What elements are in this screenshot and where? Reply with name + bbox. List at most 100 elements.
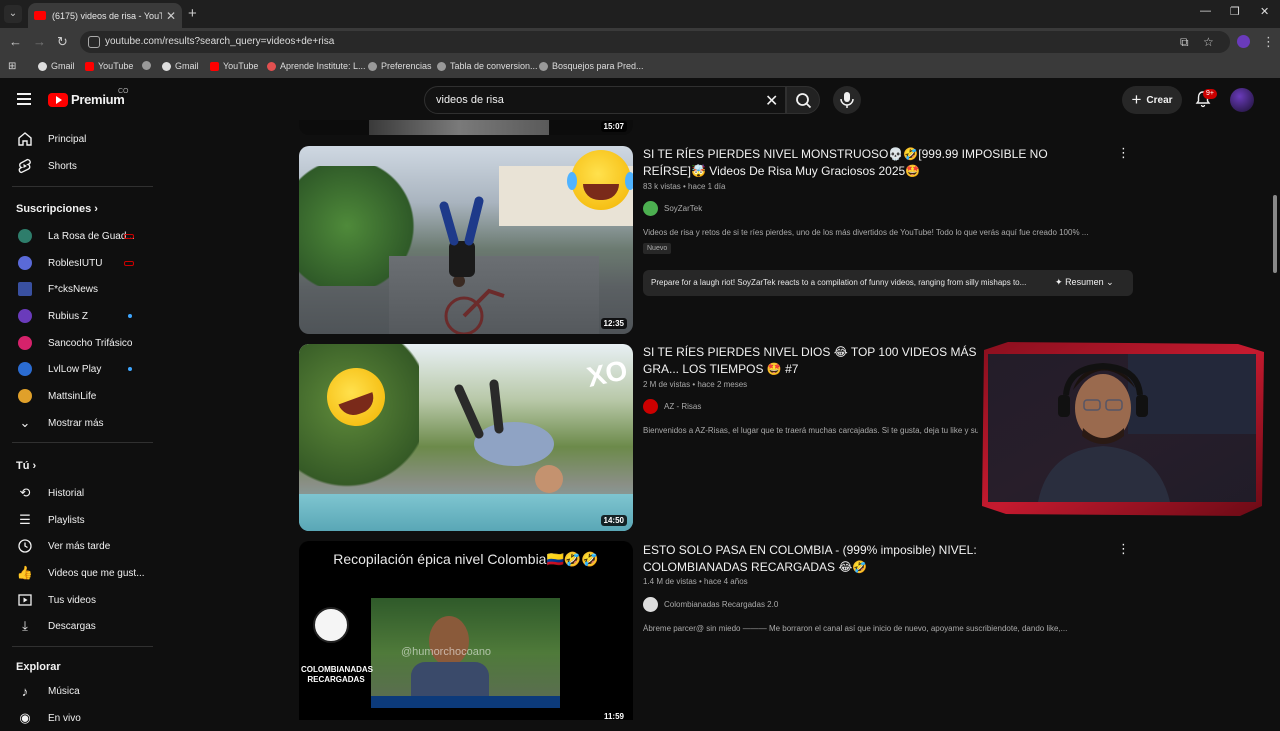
- playlist-icon: ☰: [19, 512, 31, 527]
- close-window-icon[interactable]: ✕: [1260, 5, 1269, 18]
- browser-menu-icon[interactable]: ⋮: [1262, 34, 1275, 50]
- notification-badge: 9+: [1203, 89, 1217, 99]
- search-icon: [796, 93, 812, 109]
- video-title-3[interactable]: ESTO SOLO PASA EN COLOMBIA - (999% impos…: [643, 542, 1083, 576]
- profile-avatar[interactable]: [1237, 35, 1250, 48]
- sidebar-item-musica[interactable]: ♪ Música: [0, 678, 155, 704]
- forward-icon[interactable]: →: [33, 34, 46, 49]
- voice-search-button[interactable]: [833, 86, 861, 114]
- bookmark-gmail-2[interactable]: Gmail: [162, 61, 199, 71]
- channel-brand-text: COLOMBIANADAS RECARGADAS: [301, 665, 373, 684]
- sidebar-sub-4[interactable]: Rubius Z: [0, 303, 155, 329]
- channel-avatar: [18, 362, 32, 376]
- sidebar-divider: [12, 442, 153, 443]
- plus-icon: +: [1131, 90, 1142, 109]
- channel-link-1[interactable]: SoyZarTek: [643, 201, 702, 216]
- sidebar-sub-7[interactable]: MattsinLife: [0, 383, 155, 409]
- thumbnail-clip: @humorchocoano: [371, 598, 560, 708]
- download-icon: ⤓: [22, 618, 28, 633]
- tab-close-icon[interactable]: ✕: [166, 9, 176, 23]
- tab-title: (6175) videos de risa - YouTube: [52, 10, 162, 21]
- channel-link-2[interactable]: AZ - Risas: [643, 399, 701, 414]
- bookmark-aprende[interactable]: Aprende Institute: L...: [267, 61, 366, 71]
- video-thumbnail-2[interactable]: XO 14:50: [299, 344, 633, 531]
- maximize-icon[interactable]: ❐: [1230, 5, 1240, 18]
- bookmark-icon-only[interactable]: [142, 61, 155, 70]
- chevron-right-icon: ›: [94, 203, 98, 215]
- bookmark-youtube-1[interactable]: YouTube: [85, 61, 133, 71]
- video-meta-3: 1.4 M de vistas • hace 4 años: [643, 577, 748, 586]
- globe-icon: [539, 61, 548, 71]
- browser-tab[interactable]: (6175) videos de risa - YouTube ✕: [28, 3, 182, 28]
- youtube-icon: [85, 61, 94, 71]
- video-thumbnail-previous[interactable]: 15:07: [299, 120, 633, 135]
- live-icon: ◉: [19, 710, 31, 725]
- video-thumbnail-1[interactable]: 12:35: [299, 146, 633, 334]
- search-button[interactable]: [786, 86, 820, 114]
- summary-toggle[interactable]: ✦ Resumen ⌄: [1055, 277, 1114, 288]
- subscriptions-heading[interactable]: Suscripciones ›: [16, 203, 98, 215]
- clock-icon: [17, 538, 33, 554]
- clear-search-icon[interactable]: ✕: [765, 91, 778, 111]
- sidebar-item-playlists[interactable]: ☰ Playlists: [0, 507, 155, 533]
- site-info-icon[interactable]: [88, 36, 100, 48]
- back-icon[interactable]: ←: [9, 34, 22, 49]
- sidebar-item-historial[interactable]: ⟲ Historial: [0, 480, 155, 506]
- youtube-favicon-icon: [34, 11, 46, 20]
- sidebar-sub-6[interactable]: LvlLow Play: [0, 356, 155, 382]
- channel-link-3[interactable]: Colombianadas Recargadas 2.0: [643, 597, 778, 612]
- thumbnail-watermark: @humorchocoano: [401, 646, 492, 658]
- video-thumbnail-3[interactable]: Recopilación épica nivel Colombia🇨🇴🤣🤣 @h…: [299, 541, 633, 720]
- bookmarks-bar: ⊞ Gmail YouTube Gmail YouTube Aprende In…: [0, 56, 1280, 78]
- live-indicator-icon: [124, 261, 134, 266]
- bookmark-star-icon[interactable]: ☆: [1203, 35, 1214, 49]
- sidebar-sub-3[interactable]: F*cksNews: [0, 276, 155, 302]
- install-icon[interactable]: ⧉: [1180, 35, 1189, 50]
- address-bar[interactable]: youtube.com/results?search_query=videos+…: [80, 31, 1230, 53]
- bookmark-gmail-1[interactable]: Gmail: [38, 61, 75, 71]
- channel-avatar: [18, 256, 32, 270]
- sidebar-sub-1[interactable]: La Rosa de Guad...: [0, 223, 155, 249]
- video-title-2[interactable]: SI TE RÍES PIERDES NIVEL DIOS 😂 TOP 100 …: [643, 344, 983, 378]
- google-icon: [38, 61, 47, 71]
- live-indicator-icon: [124, 234, 134, 239]
- bookmark-youtube-2[interactable]: YouTube: [210, 61, 258, 71]
- video-options-icon[interactable]: ⋮: [1117, 145, 1130, 161]
- show-more-button[interactable]: ⌄ Mostrar más: [0, 410, 155, 436]
- reload-icon[interactable]: ↻: [57, 34, 68, 50]
- sidebar-item-shorts[interactable]: Shorts: [0, 153, 155, 179]
- account-avatar[interactable]: [1230, 88, 1254, 112]
- menu-icon[interactable]: [17, 93, 31, 105]
- channel-avatar: [18, 309, 32, 323]
- sidebar-item-liked-videos[interactable]: 👍 Videos que me gust...: [0, 560, 155, 586]
- sidebar-item-tus-videos[interactable]: Tus videos: [0, 587, 155, 613]
- bookmark-preferencias[interactable]: Preferencias: [368, 61, 432, 71]
- sidebar-item-descargas[interactable]: ⤓ Descargas: [0, 613, 155, 639]
- sidebar-item-principal[interactable]: Principal: [0, 126, 155, 152]
- minimize-icon[interactable]: —: [1200, 5, 1211, 17]
- apps-icon[interactable]: ⊞: [8, 61, 16, 72]
- video-options-icon[interactable]: ⋮: [1117, 541, 1130, 557]
- ai-summary-panel[interactable]: Prepare for a laugh riot! SoyZarTek reac…: [643, 270, 1133, 296]
- sidebar-sub-5[interactable]: Sancocho Trifásico: [0, 330, 155, 356]
- new-content-dot: [128, 367, 132, 371]
- you-heading[interactable]: Tú ›: [16, 460, 36, 472]
- tab-search-button[interactable]: ⌄: [4, 5, 22, 23]
- new-tab-icon[interactable]: +: [188, 5, 197, 22]
- sidebar-item-en-vivo[interactable]: ◉ En vivo: [0, 705, 155, 731]
- create-button[interactable]: + Crear: [1122, 86, 1182, 114]
- sidebar-sub-2[interactable]: RoblesIUTU: [0, 250, 155, 276]
- bookmark-tabla[interactable]: Tabla de conversion...: [437, 61, 538, 71]
- youtube-logo-icon: [48, 92, 68, 107]
- video-title-1[interactable]: SI TE RÍES PIERDES NIVEL MONSTRUOSO💀🤣[99…: [643, 146, 1083, 180]
- laughing-emoji-icon: [567, 150, 633, 210]
- new-content-dot: [128, 314, 132, 318]
- globe-icon: [368, 61, 377, 71]
- youtube-premium-logo[interactable]: Premium CO: [48, 88, 129, 107]
- bookmark-bosquejos[interactable]: Bosquejos para Pred...: [539, 61, 644, 71]
- sparkle-icon: ✦: [1055, 277, 1063, 287]
- sidebar-item-ver-mas-tarde[interactable]: Ver más tarde: [0, 533, 155, 559]
- search-input[interactable]: videos de risa ✕: [424, 86, 786, 114]
- falling-man-figure: [454, 379, 563, 493]
- scrollbar[interactable]: [1273, 195, 1277, 273]
